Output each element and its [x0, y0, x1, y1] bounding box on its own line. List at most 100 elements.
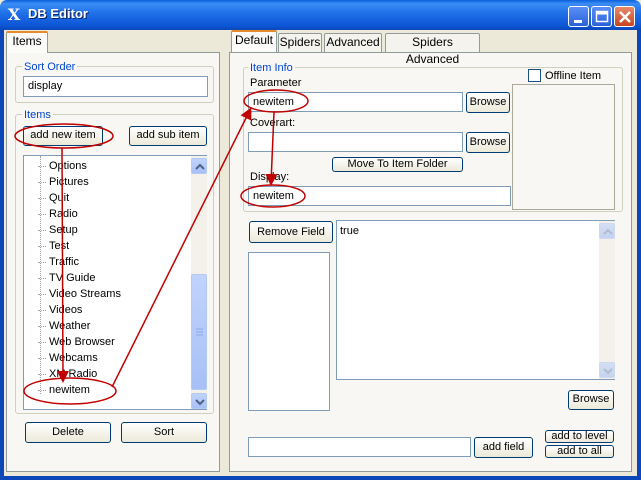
list-item[interactable]: XM Radio [24, 366, 189, 382]
tree-connector [38, 166, 46, 167]
list-item[interactable]: Pictures [24, 174, 189, 190]
sort-order-field[interactable]: display [23, 76, 208, 97]
window-frame [0, 476, 641, 480]
list-item[interactable]: Weather [24, 318, 189, 334]
list-item[interactable]: Videos [24, 302, 189, 318]
list-item-label: Radio [49, 208, 78, 220]
list-item-label: Web Browser [49, 336, 115, 348]
scroll-up-button[interactable] [191, 158, 207, 174]
list-item-label: Quit [49, 192, 70, 204]
tree-connector [38, 262, 46, 263]
list-item[interactable]: Video Streams [24, 286, 189, 302]
scroll-down-button[interactable] [191, 393, 207, 409]
list-item[interactable]: Radio [24, 206, 189, 222]
offline-item-checkbox[interactable] [528, 69, 541, 82]
list-item-label: TV Guide [49, 272, 96, 284]
title-bar[interactable] [0, 0, 641, 30]
list-item[interactable]: Webcams [24, 350, 189, 366]
window-frame [0, 30, 4, 480]
add-field-button[interactable]: add field [474, 437, 533, 458]
close-icon [619, 11, 631, 23]
value-text: true [340, 225, 359, 237]
add-to-all-button[interactable]: add to all [545, 445, 614, 458]
minimize-button[interactable] [568, 6, 589, 27]
tab-default[interactable]: Default [231, 30, 277, 52]
tab-spiders[interactable]: Spiders [278, 33, 322, 52]
add-to-level-button[interactable]: add to level [545, 430, 614, 443]
cover-art-preview [512, 84, 615, 210]
move-to-item-folder-button[interactable]: Move To Item Folder [332, 157, 463, 172]
list-item[interactable]: Test [24, 238, 189, 254]
tree-connector [38, 182, 46, 183]
add-new-item-button[interactable]: add new item [23, 126, 103, 146]
list-item[interactable]: TV Guide [24, 270, 189, 286]
tree-connector [38, 198, 46, 199]
list-item-label: Test [49, 240, 70, 252]
remove-field-button[interactable]: Remove Field [249, 221, 333, 243]
display-field[interactable]: newitem [248, 186, 511, 206]
tree-connector [38, 230, 46, 231]
tree-connector [38, 310, 46, 311]
tree-connector [38, 214, 46, 215]
tab-spiders-advanced[interactable]: Spiders Advanced [385, 33, 480, 66]
maximize-icon [595, 10, 609, 23]
list-item-label: Options [49, 160, 87, 172]
tree-connector [38, 358, 46, 359]
list-item-label: XM Radio [49, 368, 98, 380]
sort-order-legend: Sort Order [22, 61, 78, 73]
coverart-label: Coverart: [250, 117, 296, 129]
window-title: DB Editor [28, 6, 88, 21]
list-item-label: Pictures [49, 176, 89, 188]
parameter-label: Parameter [250, 77, 302, 89]
window-frame [637, 30, 641, 480]
tab-items[interactable]: Items [6, 31, 48, 53]
tree-connector [38, 294, 46, 295]
chevron-up-icon [603, 228, 613, 235]
tab-advanced[interactable]: Advanced [324, 33, 382, 52]
tree-connector [38, 374, 46, 375]
tree-connector [38, 246, 46, 247]
list-item[interactable]: Quit [24, 190, 189, 206]
list-item-label: Setup [49, 224, 78, 236]
chevron-down-icon [603, 368, 613, 375]
value-scrollbar[interactable] [599, 221, 615, 379]
fields-list[interactable] [248, 252, 330, 411]
list-item[interactable]: Web Browser [24, 334, 189, 350]
value-scroll-up-button[interactable] [599, 223, 615, 239]
list-item[interactable]: newitem [24, 382, 189, 398]
delete-button[interactable]: Delete [25, 422, 111, 443]
close-button[interactable] [614, 6, 635, 27]
value-textarea[interactable]: true [336, 220, 615, 380]
add-sub-item-button[interactable]: add sub item [129, 126, 207, 146]
sort-button[interactable]: Sort [121, 422, 207, 443]
coverart-browse-button[interactable]: Browse [466, 132, 510, 153]
list-item-label: Traffic [49, 256, 79, 268]
value-browse-button[interactable]: Browse [568, 390, 614, 410]
list-item[interactable]: Traffic [24, 254, 189, 270]
offline-item-label: Offline Item [545, 70, 602, 82]
tree-connector [38, 390, 46, 391]
list-item[interactable]: Options [24, 158, 189, 174]
items-legend: Items [22, 109, 53, 121]
list-item-label: Videos [49, 304, 83, 316]
display-label: Display: [250, 171, 290, 183]
parameter-field[interactable]: newitem [248, 92, 463, 112]
items-tree[interactable]: Options Pictures Quit Radio Setup Test Traffic… [23, 155, 207, 410]
list-item-label: Weather [49, 320, 91, 332]
maximize-button[interactable] [591, 6, 612, 27]
item-info-legend: Item Info [248, 62, 295, 74]
tree-connector [38, 342, 46, 343]
list-item-label: newitem [49, 384, 90, 396]
x-app-icon: X [7, 5, 21, 24]
tree-connector [38, 326, 46, 327]
tree-connector [38, 278, 46, 279]
scroll-thumb[interactable] [191, 274, 207, 390]
chevron-down-icon [195, 399, 205, 406]
coverart-field[interactable] [248, 132, 463, 152]
value-scroll-down-button[interactable] [599, 362, 615, 378]
minimize-icon [574, 20, 582, 23]
new-field-input[interactable] [248, 437, 471, 457]
list-item[interactable]: Setup [24, 222, 189, 238]
list-item-label: Webcams [49, 352, 98, 364]
parameter-browse-button[interactable]: Browse [466, 92, 510, 113]
